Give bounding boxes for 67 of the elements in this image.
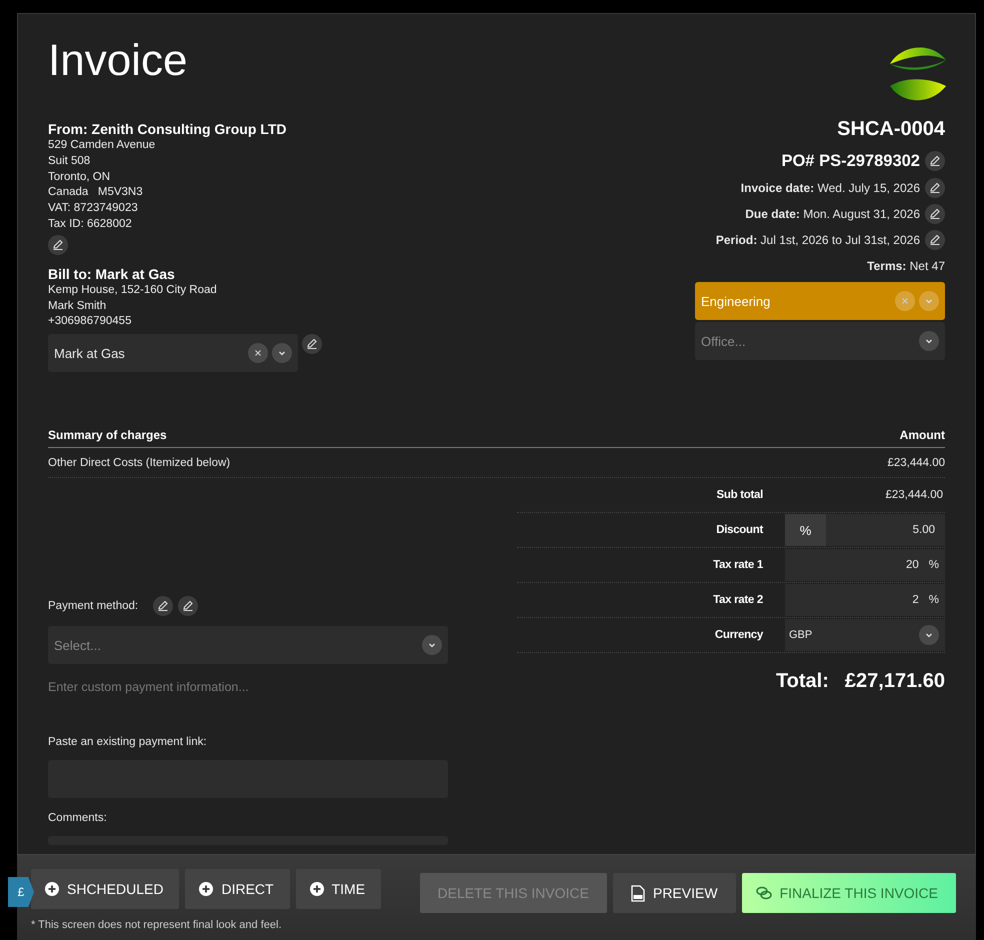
payment-method-select[interactable]: Select...	[48, 626, 448, 664]
plus-icon	[310, 882, 324, 896]
total-label: Total:	[776, 670, 829, 694]
address-line: Toronto, ON	[48, 170, 111, 185]
address-line: Mark Smith	[48, 298, 108, 314]
edit-icon[interactable]	[302, 334, 322, 354]
column-header: Amount	[900, 428, 945, 442]
disclaimer-text: * This screen does not represent final look and feel.	[30, 918, 283, 931]
edit-icon[interactable]	[153, 596, 174, 616]
detail-text: Terms: Net 47	[867, 259, 945, 273]
tax-rate-field[interactable]: 20 %	[785, 549, 945, 582]
column-header: Summary of charges	[48, 428, 167, 442]
address-line: +306986790455	[48, 314, 132, 330]
total-label: Tax rate 2	[712, 594, 763, 606]
chevron-down-icon[interactable]	[919, 625, 939, 646]
add-item-button[interactable]: DIRECT	[185, 869, 290, 909]
payment-link-label: Paste an existing payment link:	[48, 736, 208, 748]
payment-method-label: Payment method:	[48, 600, 138, 612]
page-title: Invoice	[48, 35, 188, 87]
chevron-down-icon[interactable]	[272, 343, 292, 364]
total-label: Discount	[715, 524, 763, 536]
detail-text: Period: Jul 1st, 2026 to Jul 31st, 2026	[716, 233, 920, 247]
total-label: Sub total	[716, 489, 763, 502]
address-line: Tax ID: 6628002	[48, 216, 133, 232]
charge-description: Other Direct Costs (Itemized below)	[48, 457, 230, 470]
total-label: Currency	[714, 629, 763, 642]
edit-icon[interactable]	[925, 230, 945, 250]
address-line: Suit 508	[48, 154, 92, 169]
client-select[interactable]: Mark at Gas	[48, 334, 298, 372]
preview-button[interactable]: PREVIEW	[612, 873, 736, 913]
office-select[interactable]: Office...	[695, 322, 945, 360]
total-amount: £27,171.60	[844, 670, 945, 694]
bill-to-heading: Bill to: Mark at Gas	[48, 264, 176, 283]
currency-select[interactable]: GBP	[785, 619, 945, 652]
finalize-button[interactable]: FINALIZE THIS INVOICE	[742, 873, 956, 913]
discount-type-button[interactable]: %	[785, 514, 826, 546]
comments-label: Comments:	[48, 812, 108, 824]
currency-tab[interactable]: £	[8, 877, 34, 907]
address-line: Kemp House, 152-160 City Road	[48, 282, 218, 298]
chevron-down-icon[interactable]	[919, 331, 939, 351]
address-line: VAT: 8723749023	[48, 201, 139, 216]
edit-icon[interactable]	[925, 204, 945, 224]
plus-icon	[199, 882, 214, 896]
clear-icon[interactable]	[248, 343, 268, 364]
edit-icon[interactable]	[925, 151, 945, 171]
edit-icon[interactable]	[48, 234, 68, 255]
chevron-down-icon[interactable]	[422, 635, 442, 656]
coins-icon	[756, 886, 772, 900]
detail-text: Due date: Mon. August 31, 2026	[745, 207, 920, 221]
po-number: PO# PS-29789302	[781, 152, 920, 170]
tax-rate-field[interactable]: 2 %	[785, 584, 945, 616]
edit-icon[interactable]	[925, 178, 945, 198]
invoice-number: SHCA-0004	[837, 118, 945, 141]
address-line: 529 Camden Avenue	[48, 138, 156, 153]
add-item-button[interactable]: SHCHEDULED	[31, 869, 180, 909]
subtotal-value: £23,444.00	[885, 489, 944, 502]
plus-icon	[45, 882, 59, 896]
sender-heading: From: Zenith Consulting Group LTD	[48, 120, 288, 138]
pdf-file-icon	[630, 884, 645, 902]
charge-amount: £23,444.00	[887, 457, 945, 470]
custom-payment-field[interactable]: Enter custom payment information...	[48, 680, 448, 694]
detail-text: Invoice date: Wed. July 15, 2026	[740, 181, 920, 195]
edit-icon[interactable]	[178, 596, 198, 616]
discount-field[interactable]: 5.00	[826, 524, 945, 536]
address-line: Canada M5V3N3	[48, 185, 144, 200]
add-item-button[interactable]: TIME	[296, 869, 382, 909]
total-label: Tax rate 1	[712, 559, 763, 572]
